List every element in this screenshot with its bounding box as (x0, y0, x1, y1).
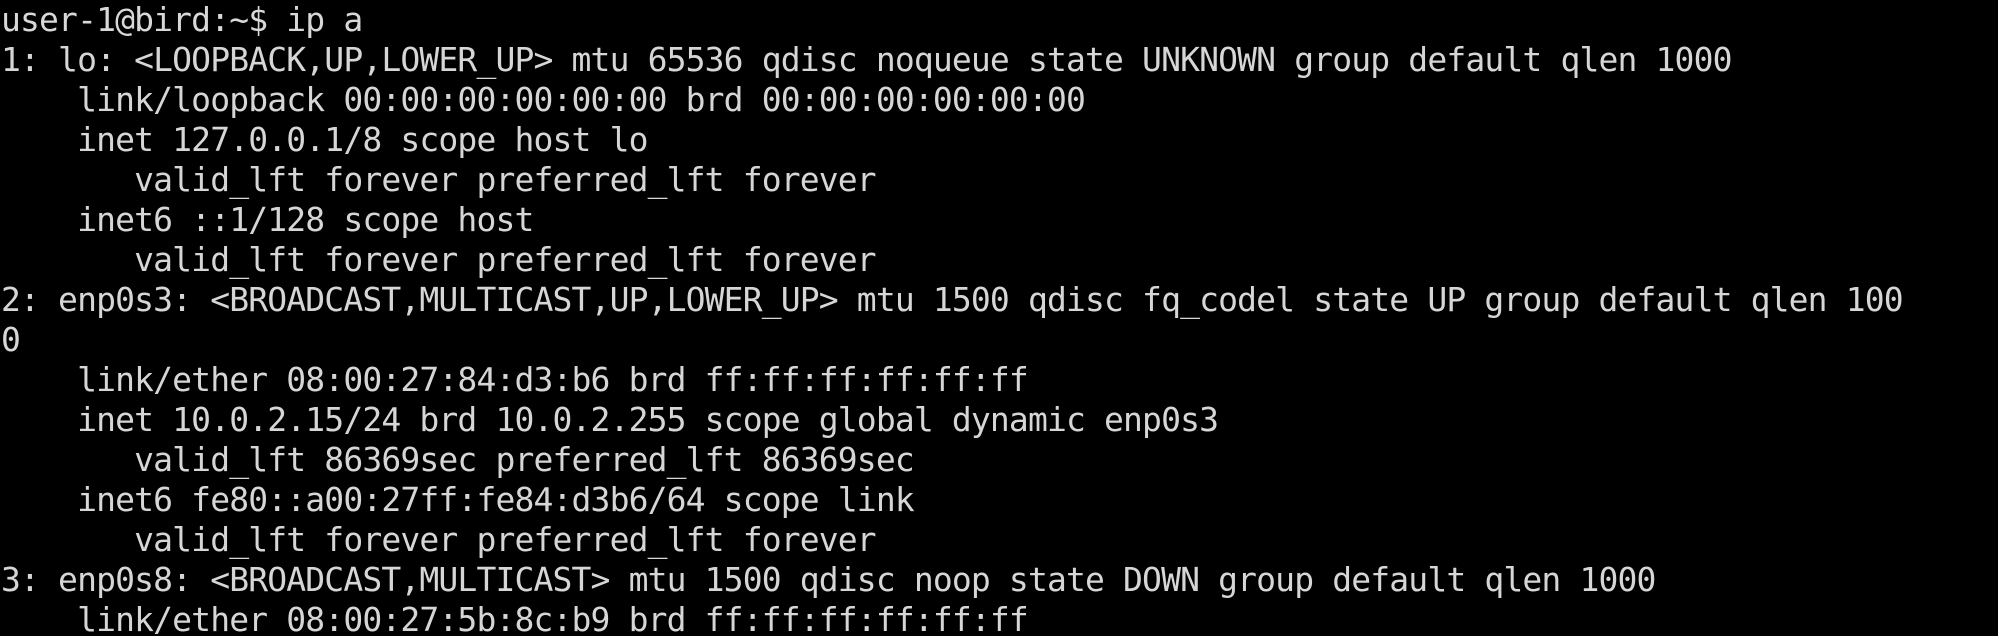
output-line-10: inet 10.0.2.15/24 brd 10.0.2.255 scope g… (1, 400, 1219, 439)
output-line-13: valid_lft forever preferred_lft forever (1, 520, 877, 559)
output-line-5: inet6 ::1/128 scope host (1, 200, 534, 239)
terminal-window[interactable]: user-1@bird:~$ ip a 1: lo: <LOOPBACK,UP,… (0, 0, 1998, 636)
output-line-7: 2: enp0s3: <BROADCAST,MULTICAST,UP,LOWER… (1, 280, 1904, 319)
output-line-6: valid_lft forever preferred_lft forever (1, 240, 877, 279)
output-line-9: link/ether 08:00:27:84:d3:b6 brd ff:ff:f… (1, 360, 1029, 399)
output-line-12: inet6 fe80::a00:27ff:fe84:d3b6/64 scope … (1, 480, 915, 519)
output-line-8: 0 (1, 320, 21, 359)
output-line-15: link/ether 08:00:27:5b:8c:b9 brd ff:ff:f… (1, 600, 1029, 636)
output-line-2: link/loopback 00:00:00:00:00:00 brd 00:0… (1, 80, 1086, 119)
output-line-4: valid_lft forever preferred_lft forever (1, 160, 877, 199)
command-prompt-line: user-1@bird:~$ ip a (1, 0, 363, 39)
output-line-11: valid_lft 86369sec preferred_lft 86369se… (1, 440, 915, 479)
output-line-14: 3: enp0s8: <BROADCAST,MULTICAST> mtu 150… (1, 560, 1656, 599)
output-line-1: 1: lo: <LOOPBACK,UP,LOWER_UP> mtu 65536 … (1, 40, 1732, 79)
output-line-3: inet 127.0.0.1/8 scope host lo (1, 120, 648, 159)
